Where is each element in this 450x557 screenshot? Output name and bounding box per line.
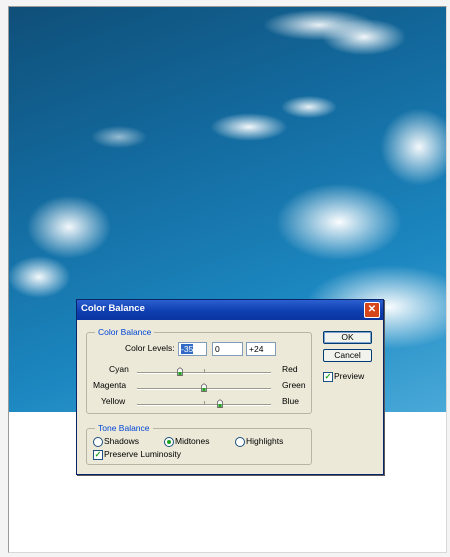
cyan-red-slider[interactable] [137, 367, 271, 376]
shadows-label: Shadows [104, 436, 139, 446]
slider-thumb-icon[interactable] [216, 399, 223, 408]
yellow-blue-slider[interactable] [137, 399, 271, 408]
color-balance-group-title: Color Balance [95, 327, 155, 337]
shadows-radio[interactable] [93, 437, 103, 447]
slider-thumb-icon[interactable] [177, 367, 183, 376]
preserve-luminosity-checkbox[interactable]: ✓ [93, 450, 103, 460]
ok-button[interactable]: OK [323, 331, 372, 344]
slider-magenta-label: Magenta [93, 380, 127, 390]
dialog-title: Color Balance [81, 303, 145, 314]
tone-balance-group: Tone Balance Shadows Midtones Highlights… [86, 423, 312, 465]
cancel-button[interactable]: Cancel [323, 349, 372, 362]
midtones-label: Midtones [175, 436, 210, 446]
slider-green-label: Green [282, 380, 306, 390]
highlights-radio[interactable] [235, 437, 245, 447]
slider-center-tick [204, 369, 205, 373]
slider-center-tick [204, 401, 205, 405]
midtones-radio[interactable] [164, 437, 174, 447]
slider-red-label: Red [282, 364, 298, 374]
slider-cyan-label: Cyan [109, 364, 129, 374]
color-level-magenta-green-field[interactable]: 0 [212, 342, 243, 356]
highlights-label: Highlights [246, 436, 284, 446]
slider-thumb-icon[interactable] [200, 383, 207, 392]
color-level-yellow-blue-field[interactable]: +24 [246, 342, 276, 356]
preview-checkbox[interactable]: ✓ [323, 372, 333, 382]
magenta-green-slider[interactable] [137, 383, 271, 392]
slider-blue-label: Blue [282, 396, 300, 406]
color-level-cyan-red-field[interactable]: -35 [178, 342, 207, 356]
color-balance-dialog: Color Balance ✕ Color Balance Color Leve… [76, 299, 384, 475]
dialog-titlebar[interactable]: Color Balance ✕ [77, 300, 383, 320]
color-balance-group: Color Balance Color Levels: -35 0 +24 Cy… [86, 327, 312, 414]
color-levels-label: Color Levels: [125, 343, 175, 353]
slider-yellow-label: Yellow [101, 396, 126, 406]
tone-balance-group-title: Tone Balance [95, 423, 153, 433]
close-icon[interactable]: ✕ [364, 302, 380, 318]
preview-label: Preview [334, 371, 365, 381]
preserve-luminosity-label: Preserve Luminosity [104, 449, 182, 459]
